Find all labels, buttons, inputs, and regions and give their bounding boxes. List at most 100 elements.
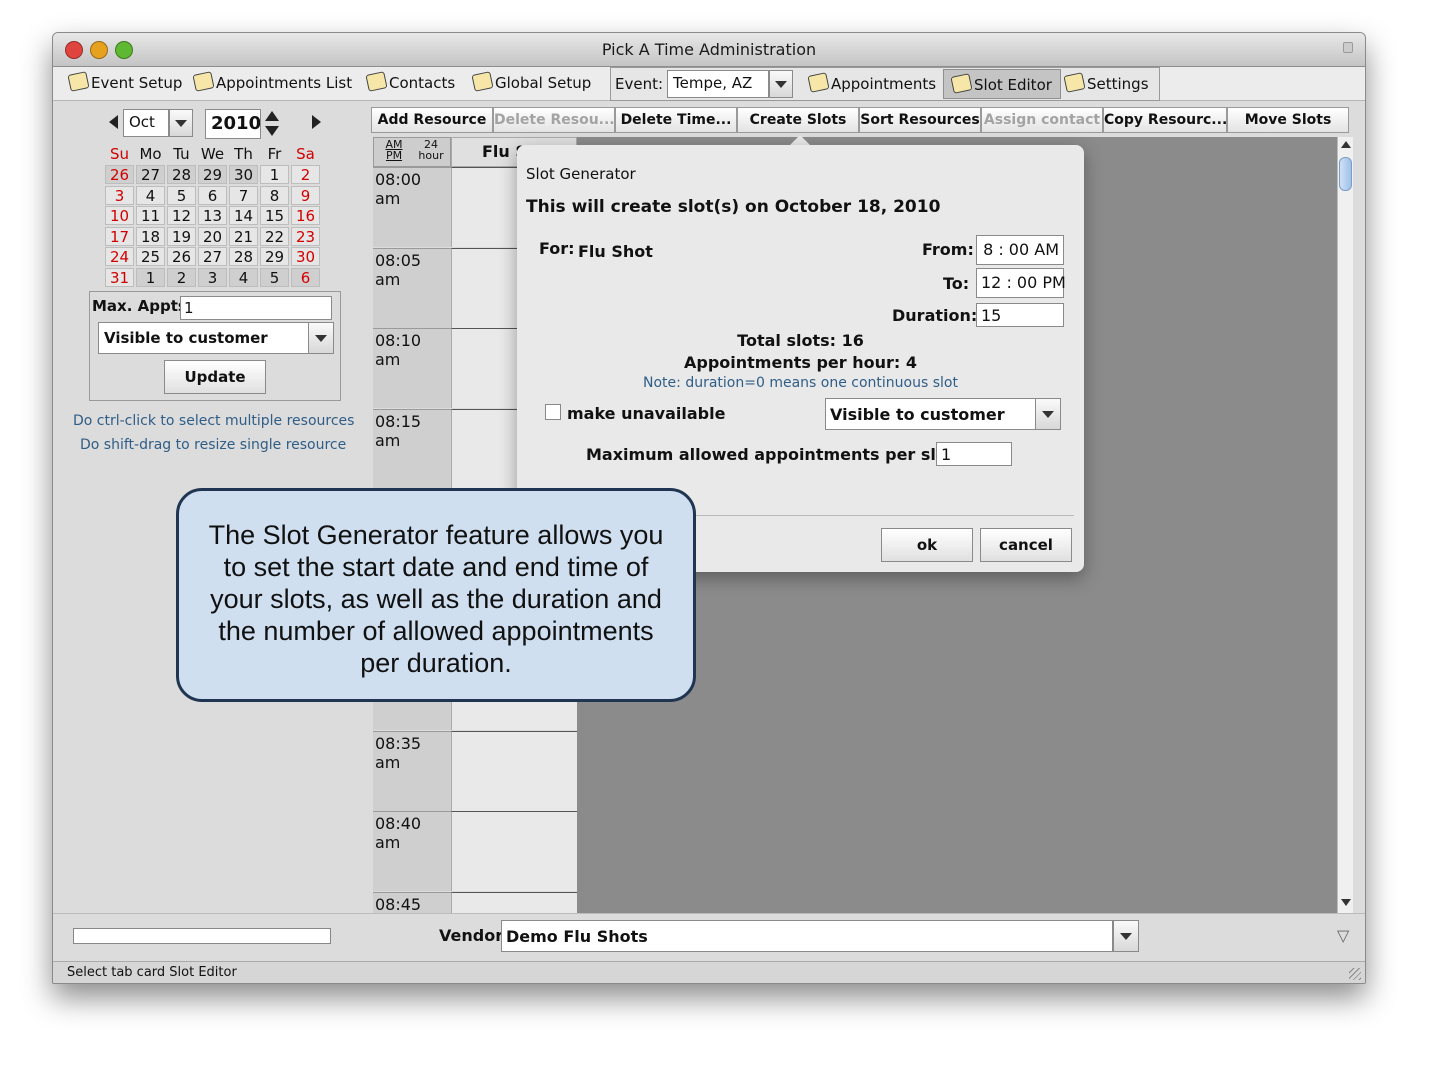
move-slots-button[interactable]: Move Slots xyxy=(1227,107,1349,133)
resource-slot-cell[interactable] xyxy=(451,730,577,811)
calendar-day[interactable]: 6 xyxy=(198,185,227,205)
calendar-day[interactable]: 29 xyxy=(260,247,289,266)
calendar-day[interactable]: 8 xyxy=(260,185,289,205)
year-up-icon[interactable] xyxy=(265,111,279,121)
menu-contacts[interactable]: Contacts xyxy=(365,71,455,92)
calendar-day[interactable]: 5 xyxy=(260,267,289,287)
update-button[interactable]: Update xyxy=(164,360,266,394)
calendar-day[interactable]: 18 xyxy=(136,226,165,246)
ok-button[interactable]: ok xyxy=(881,528,973,562)
max-allowed-label: Maximum allowed appointments per slot: xyxy=(586,445,961,464)
to-time-field[interactable]: 12 : 00 PM xyxy=(976,268,1066,298)
calendar-day[interactable]: 2 xyxy=(291,165,320,184)
24-hour-toggle[interactable]: 24 hour xyxy=(416,139,446,161)
year-spinner[interactable] xyxy=(263,109,281,139)
vendor-dropdown-arrow[interactable] xyxy=(1113,920,1139,952)
dialog-title: Slot Generator xyxy=(526,165,636,183)
year-field[interactable]: 2010 xyxy=(205,109,261,139)
calendar-day[interactable]: 10 xyxy=(105,206,134,225)
calendar-day[interactable]: 16 xyxy=(291,206,320,225)
delete-resource-button[interactable]: Delete Resou... xyxy=(493,107,615,133)
calendar-day[interactable]: 20 xyxy=(198,226,227,246)
month-select[interactable]: Oct xyxy=(123,109,169,137)
calendar-day[interactable]: 25 xyxy=(136,247,165,266)
calendar-day[interactable]: 4 xyxy=(229,267,258,287)
contacts-icon xyxy=(365,71,388,92)
cancel-button[interactable]: cancel xyxy=(980,528,1072,562)
calendar-day[interactable]: 14 xyxy=(229,206,258,225)
calendar-day[interactable]: 17 xyxy=(105,226,134,246)
resource-slot-cell[interactable] xyxy=(451,811,577,891)
previous-month-button[interactable] xyxy=(109,115,118,129)
calendar-day[interactable]: 11 xyxy=(136,206,165,225)
calendar-day[interactable]: 26 xyxy=(167,247,196,266)
calendar-day[interactable]: 23 xyxy=(291,226,320,246)
calendar-day[interactable]: 15 xyxy=(260,206,289,225)
calendar-day[interactable]: 30 xyxy=(229,165,258,184)
vertical-scrollbar[interactable] xyxy=(1337,137,1353,913)
calendar-day[interactable]: 22 xyxy=(260,226,289,246)
calendar-day[interactable]: 21 xyxy=(229,226,258,246)
event-dropdown-arrow[interactable] xyxy=(769,70,793,98)
calendar-day[interactable]: 1 xyxy=(260,165,289,184)
lock-icon xyxy=(1343,42,1353,53)
weekday-header: We xyxy=(200,145,225,163)
calendar-day[interactable]: 7 xyxy=(229,185,258,205)
max-appts-input[interactable]: 1 xyxy=(180,296,332,320)
make-unavailable-checkbox[interactable] xyxy=(545,404,561,420)
dialog-visibility-dropdown-arrow[interactable] xyxy=(1035,398,1061,430)
menu-event-setup[interactable]: Event Setup xyxy=(67,71,182,92)
menu-label: Appointments List xyxy=(216,74,353,92)
calendar-day[interactable]: 31 xyxy=(105,267,134,287)
visibility-dropdown-arrow[interactable] xyxy=(308,322,334,354)
calendar-day[interactable]: 19 xyxy=(167,226,196,246)
copy-resource-button[interactable]: Copy Resourc... xyxy=(1103,107,1227,133)
add-resource-button[interactable]: Add Resource xyxy=(371,107,493,133)
year-down-icon[interactable] xyxy=(265,126,279,136)
resize-grip-icon[interactable] xyxy=(1349,968,1361,980)
sort-resources-button[interactable]: Sort Resources xyxy=(859,107,981,133)
from-time-field[interactable]: 8 : 00 AM xyxy=(976,235,1064,265)
create-slots-button[interactable]: Create Slots xyxy=(737,107,859,133)
dialog-visibility-select[interactable]: Visible to customer xyxy=(825,398,1037,430)
calendar-day[interactable]: 26 xyxy=(105,165,134,184)
calendar-day[interactable]: 5 xyxy=(167,185,196,205)
vendor-select[interactable]: Demo Flu Shots xyxy=(501,920,1113,952)
calendar-day[interactable]: 6 xyxy=(291,267,320,287)
calendar-day[interactable]: 12 xyxy=(167,206,196,225)
calendar-day[interactable]: 1 xyxy=(136,267,165,287)
ampm-toggle[interactable]: AM PM xyxy=(382,139,406,161)
calendar-day[interactable]: 2 xyxy=(167,267,196,287)
scroll-down-icon[interactable] xyxy=(1341,899,1351,906)
filter-icon[interactable]: ▽ xyxy=(1337,926,1349,945)
scroll-up-icon[interactable] xyxy=(1341,141,1351,148)
calendar-day[interactable]: 3 xyxy=(198,267,227,287)
assign-contact-button[interactable]: Assign contact xyxy=(981,107,1103,133)
visibility-select[interactable]: Visible to customer xyxy=(98,322,310,354)
tab-settings[interactable]: Settings xyxy=(1057,69,1157,99)
for-value: Flu Shot xyxy=(578,242,653,261)
calendar-day[interactable]: 27 xyxy=(198,247,227,266)
delete-time-button[interactable]: Delete Time... xyxy=(615,107,737,133)
calendar-day[interactable]: 28 xyxy=(167,165,196,184)
event-select[interactable]: Tempe, AZ xyxy=(667,70,769,98)
menu-global-setup[interactable]: Global Setup xyxy=(471,71,591,92)
max-allowed-input[interactable]: 1 xyxy=(936,442,1012,466)
calendar-day[interactable]: 29 xyxy=(198,165,227,184)
tab-slot-editor[interactable]: Slot Editor xyxy=(943,69,1061,99)
calendar-day[interactable]: 4 xyxy=(136,185,165,205)
calendar-day[interactable]: 24 xyxy=(105,247,134,266)
duration-input[interactable]: 15 xyxy=(976,303,1064,327)
status-text: Select tab card Slot Editor xyxy=(67,965,237,980)
tab-appointments[interactable]: Appointments xyxy=(801,69,944,99)
calendar-day[interactable]: 3 xyxy=(105,185,134,205)
calendar-day[interactable]: 28 xyxy=(229,247,258,266)
month-dropdown-arrow[interactable] xyxy=(169,109,193,137)
calendar-day[interactable]: 9 xyxy=(291,185,320,205)
calendar-day[interactable]: 30 xyxy=(291,247,320,266)
scroll-thumb[interactable] xyxy=(1339,157,1352,191)
calendar-day[interactable]: 13 xyxy=(198,206,227,225)
calendar-day[interactable]: 27 xyxy=(136,165,165,184)
next-month-button[interactable] xyxy=(312,115,321,129)
menu-appointments-list[interactable]: Appointments List xyxy=(192,71,353,92)
